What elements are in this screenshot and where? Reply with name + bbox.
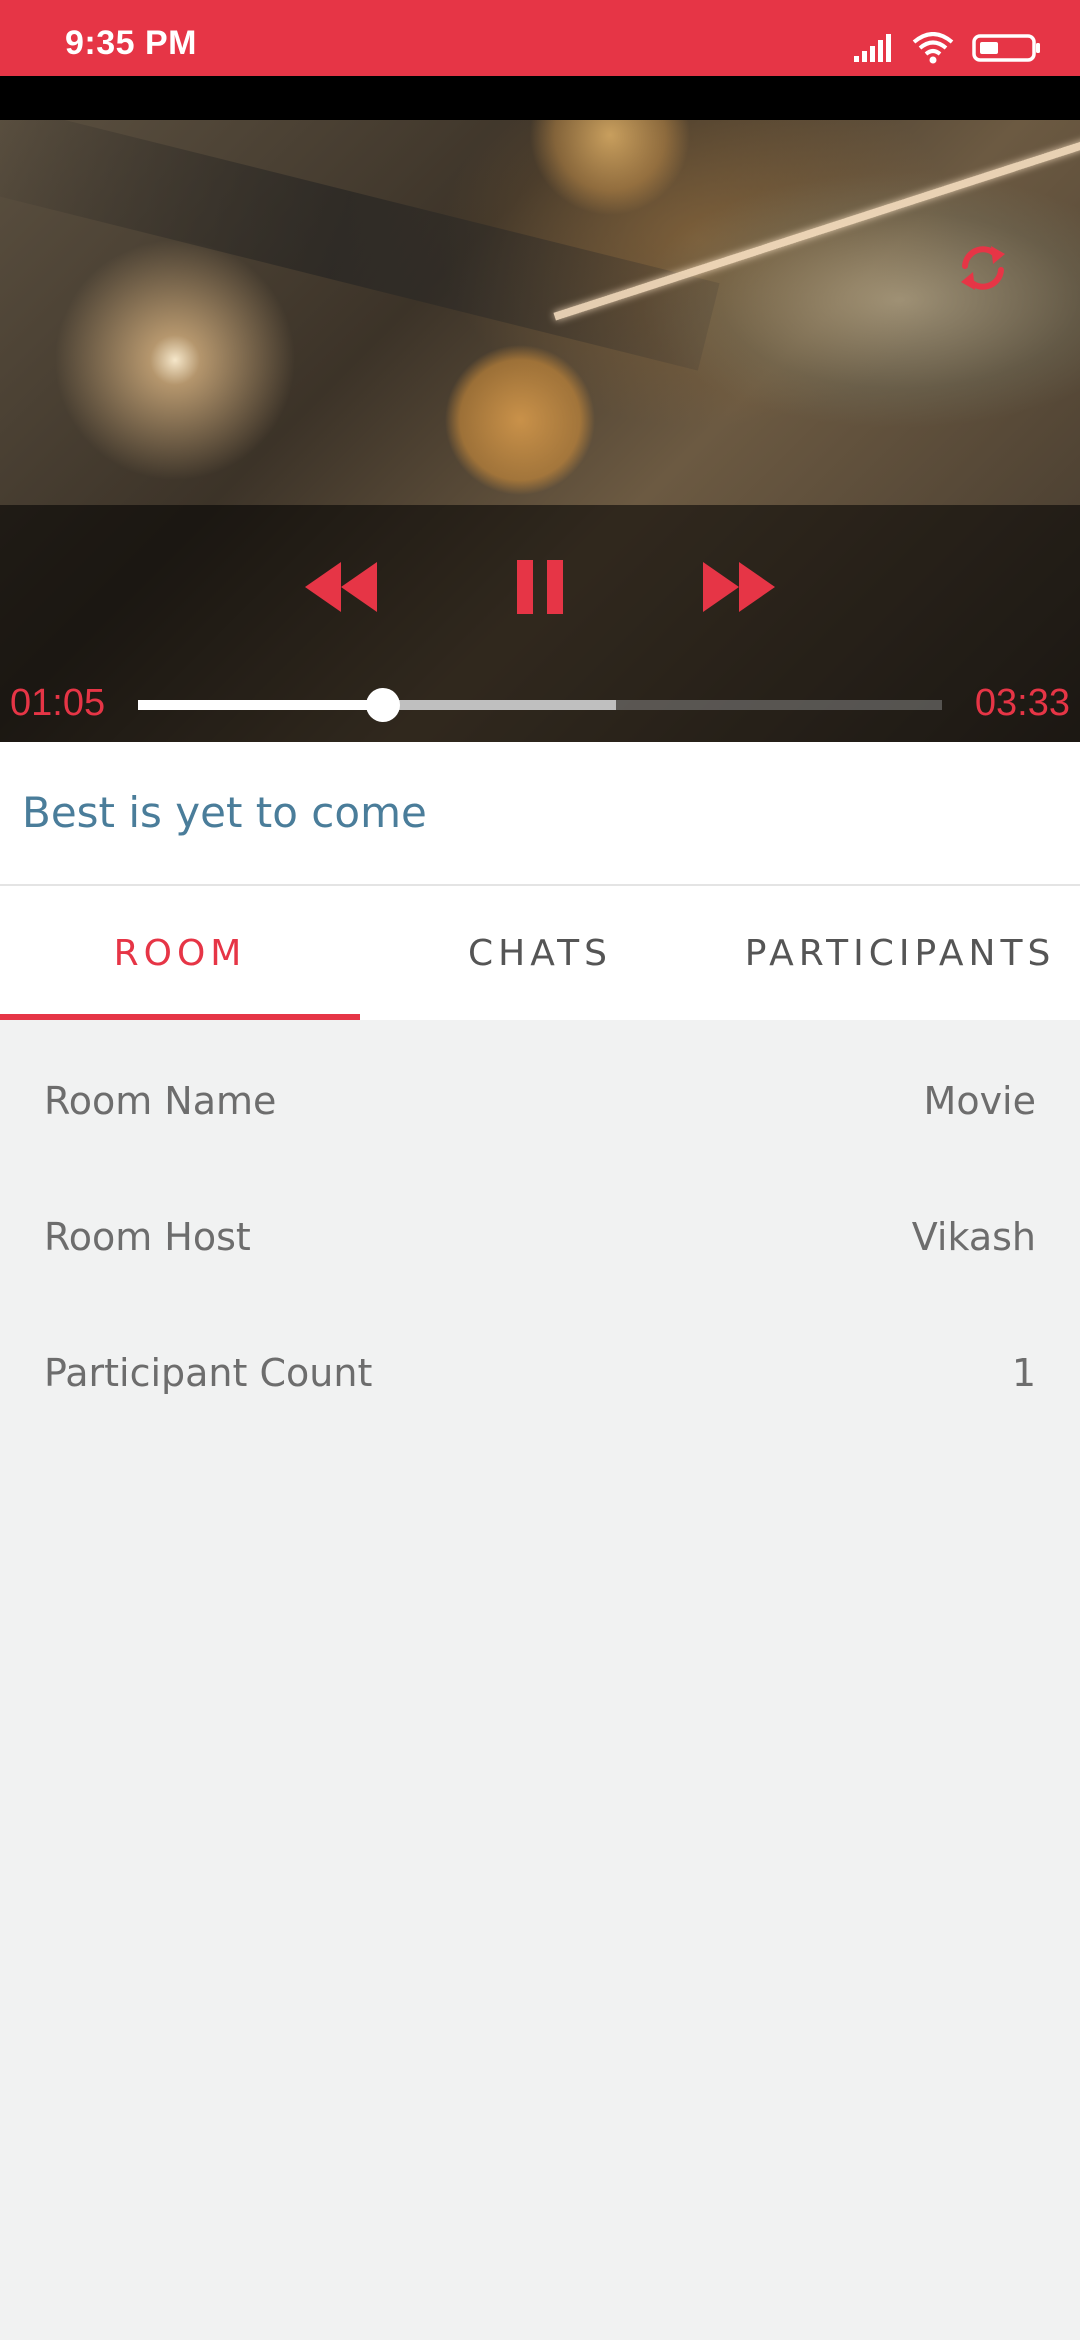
tab-label: CHATS bbox=[468, 932, 612, 974]
tab-label: PARTICIPANTS bbox=[744, 932, 1056, 974]
battery-icon bbox=[972, 34, 1040, 62]
tab-participants[interactable]: PARTICIPANTS bbox=[720, 886, 1080, 1020]
video-frame-detail bbox=[0, 120, 720, 371]
rewind-icon[interactable] bbox=[305, 562, 377, 612]
room-host-row: Room Host Vikash bbox=[0, 1156, 1080, 1292]
video-title-bar: Best is yet to come bbox=[0, 742, 1080, 886]
video-player[interactable] bbox=[0, 120, 1080, 742]
participant-count-value: 1 bbox=[1011, 1351, 1036, 1395]
pause-icon[interactable] bbox=[515, 560, 565, 614]
wifi-icon bbox=[912, 32, 954, 64]
tab-chats[interactable]: CHATS bbox=[360, 886, 720, 1020]
player-top-bar bbox=[0, 76, 1080, 120]
status-time: 9:35 PM bbox=[65, 24, 197, 62]
total-duration: 03:33 bbox=[974, 682, 1070, 724]
tab-room[interactable]: ROOM bbox=[0, 886, 360, 1020]
room-info-panel: Room Name Movie Room Host Vikash Partici… bbox=[0, 1020, 1080, 1428]
participant-count-label: Participant Count bbox=[44, 1351, 373, 1395]
seek-bar[interactable] bbox=[138, 688, 942, 722]
room-host-label: Room Host bbox=[44, 1215, 251, 1259]
signal-icon bbox=[854, 34, 891, 62]
tab-bar: ROOM CHATS PARTICIPANTS bbox=[0, 886, 1080, 1020]
status-icons bbox=[854, 28, 1042, 68]
sync-icon[interactable] bbox=[955, 240, 1011, 296]
participant-count-row: Participant Count 1 bbox=[0, 1292, 1080, 1428]
tab-label: ROOM bbox=[113, 932, 247, 974]
elapsed-time: 01:05 bbox=[10, 682, 106, 724]
room-host-value: Vikash bbox=[911, 1215, 1036, 1259]
status-bar: 9:35 PM bbox=[0, 0, 1080, 76]
fast-forward-icon[interactable] bbox=[703, 562, 775, 612]
room-name-value: Movie bbox=[923, 1079, 1036, 1123]
seek-progress bbox=[138, 700, 384, 710]
video-title: Best is yet to come bbox=[22, 788, 427, 837]
room-name-row: Room Name Movie bbox=[0, 1020, 1080, 1156]
seek-handle[interactable] bbox=[366, 688, 401, 722]
room-name-label: Room Name bbox=[44, 1079, 277, 1123]
